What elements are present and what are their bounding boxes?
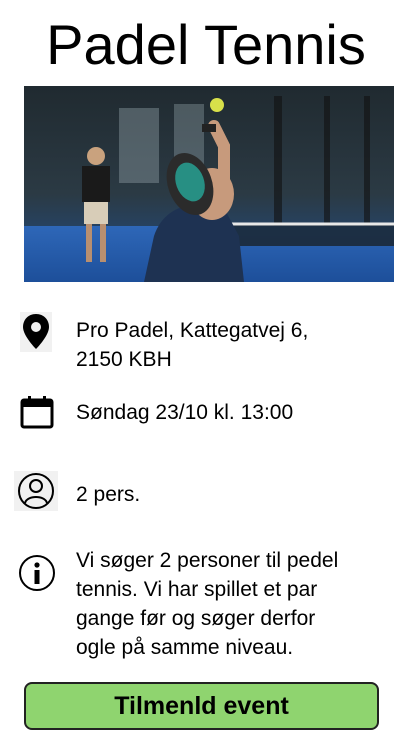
calendar-icon: [20, 395, 54, 434]
info-line-3: gange før og søger derfor: [76, 607, 316, 630]
hero-image: [24, 86, 394, 282]
people-text: 2 pers.: [76, 483, 141, 506]
signup-event-button[interactable]: Tilmenld event: [24, 682, 379, 730]
info-line-1: Vi søger 2 personer til pedel: [76, 549, 339, 572]
page-title: Padel Tennis: [46, 13, 366, 76]
location-line-1: Pro Padel, Kattegatvej 6,: [76, 319, 309, 342]
location-line-2: 2150 KBH: [76, 348, 172, 371]
date-text: Søndag 23/10 kl. 13:00: [76, 401, 294, 424]
user-circle-icon: [14, 471, 58, 516]
info-line-2: tennis. Vi har spillet et par: [76, 578, 318, 601]
location-text: Pro Padel, Kattegatvej 6, 2150 KBH: [76, 316, 376, 374]
info-text: Vi søger 2 personer til pedel tennis. Vi…: [76, 546, 376, 662]
map-pin-icon: [20, 312, 52, 357]
info-line-4: ogle på samme niveau.: [76, 636, 294, 659]
info-icon: [18, 554, 56, 597]
